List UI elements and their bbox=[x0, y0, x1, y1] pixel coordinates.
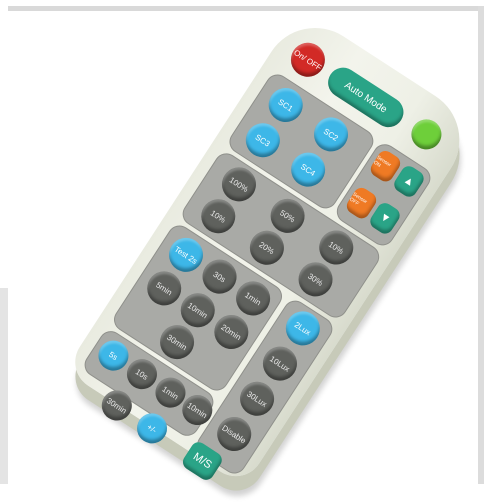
dim-100-label: 100% bbox=[227, 174, 251, 194]
hold-5min-label: 5min bbox=[154, 279, 174, 297]
time-1min-label: 1min bbox=[160, 384, 181, 402]
hold-30s-label: 30s bbox=[211, 269, 228, 284]
remote-control: On/ OFF Auto Mode SC1 SC2 SC3 SC4 Sensor… bbox=[55, 8, 480, 502]
hold-30min-label: 30min bbox=[165, 332, 189, 352]
down-arrow-icon: ▼ bbox=[377, 210, 393, 227]
photo-scene: On/ OFF Auto Mode SC1 SC2 SC3 SC4 Sensor… bbox=[0, 0, 484, 487]
time-10min-label: 10min bbox=[185, 400, 209, 420]
time-10s-label: 10s bbox=[134, 366, 150, 382]
level-20-label: 20% bbox=[257, 239, 277, 256]
hold-10min-label: 10min bbox=[186, 300, 210, 320]
sc4-label: SC4 bbox=[299, 161, 318, 178]
up-arrow-icon: ▲ bbox=[401, 173, 417, 190]
level-10-label: 10% bbox=[209, 208, 228, 225]
sc2-label: SC2 bbox=[322, 126, 340, 143]
level-30-label: 30% bbox=[306, 271, 325, 288]
plus-minus-label: +/- bbox=[145, 421, 159, 435]
sc1-label: SC1 bbox=[276, 96, 295, 114]
test-label: Test 2s bbox=[172, 244, 200, 266]
power-label: On/ OFF bbox=[292, 47, 324, 73]
hold-20min-label: 20min bbox=[219, 322, 243, 342]
lux-disable-label: Disable bbox=[220, 422, 248, 446]
sc3-label: SC3 bbox=[253, 132, 272, 149]
hold-1min-label: 1min bbox=[243, 289, 263, 307]
lux-30-label: 30Lux bbox=[245, 389, 269, 409]
lux-2-label: 2Lux bbox=[293, 319, 313, 337]
dim-10-label: 10% bbox=[327, 239, 346, 256]
lux-10-label: 10Lux bbox=[268, 353, 292, 374]
dim-50-label: 50% bbox=[278, 207, 297, 225]
time-5s-label: 5s bbox=[107, 349, 120, 362]
ms-label: M/S bbox=[190, 450, 214, 472]
time-30min-label: 30min bbox=[105, 395, 129, 416]
